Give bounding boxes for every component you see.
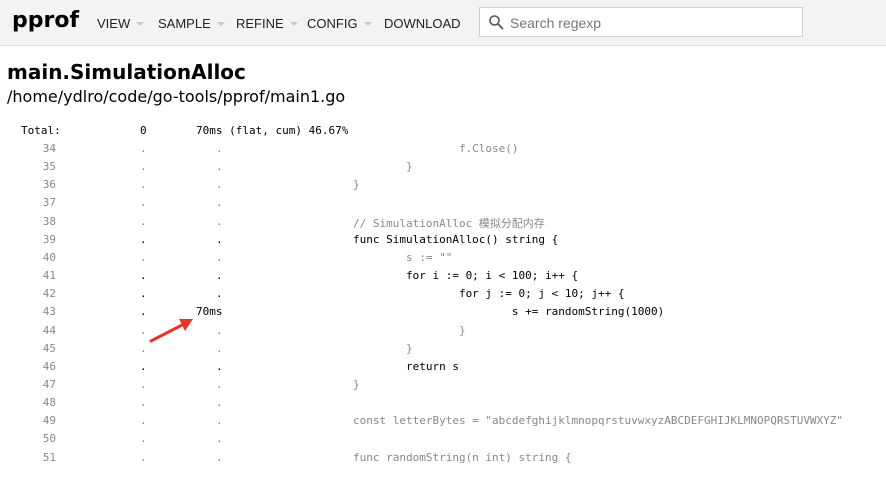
- flat-value: .: [140, 287, 147, 301]
- source-line: 46.. return s: [0, 360, 886, 378]
- line-number: 37: [42, 196, 56, 210]
- cum-value: .: [216, 323, 223, 337]
- flat-value: .: [140, 196, 147, 210]
- cum-value: .: [216, 287, 223, 301]
- line-number: 44: [42, 323, 56, 337]
- flat-value: .: [140, 323, 147, 337]
- flat-value: .: [140, 414, 147, 428]
- cum-value: .: [216, 432, 223, 446]
- cum-value: .: [216, 232, 223, 246]
- line-number: 41: [42, 269, 56, 283]
- source-line: 49.. const letterBytes = "abcdefghijklmn…: [0, 414, 886, 432]
- line-number: 45: [42, 341, 56, 355]
- flat-value: .: [140, 160, 147, 174]
- cum-value: .: [216, 250, 223, 264]
- cum-value: .: [216, 269, 223, 283]
- source-line: 47.. }: [0, 378, 886, 396]
- source-code: for j := 0; j < 10; j++ {: [300, 287, 625, 301]
- source-line: 51.. func randomString(n int) string {: [0, 451, 886, 469]
- source-line: 36.. }: [0, 178, 886, 196]
- line-number: 43: [42, 305, 56, 319]
- line-number: 51: [42, 450, 56, 464]
- source-code: }: [300, 323, 466, 337]
- line-number: 39: [42, 232, 56, 246]
- line-number: 46: [42, 359, 56, 373]
- source-line: 39.. func SimulationAlloc() string {: [0, 233, 886, 251]
- source-line: 38.. // SimulationAlloc 模拟分配内存: [0, 215, 886, 233]
- source-code: return s: [300, 359, 459, 373]
- line-number: 42: [42, 287, 56, 301]
- cum-value: .: [216, 196, 223, 210]
- line-number: 48: [42, 396, 56, 410]
- line-number: 38: [42, 214, 56, 228]
- source-line: 37..: [0, 196, 886, 214]
- line-number: 50: [42, 432, 56, 446]
- source-line: 34.. f.Close(): [0, 142, 886, 160]
- cum-value: .: [216, 214, 223, 228]
- source-line: 45.. }: [0, 342, 886, 360]
- cum-value: 70ms: [196, 305, 223, 319]
- total-cum: 70ms (flat, cum) 46.67%: [196, 124, 349, 137]
- source-code: s += randomString(1000): [300, 305, 665, 319]
- cum-value: .: [216, 377, 223, 391]
- source-listing: Total: 0 70ms (flat, cum) 46.67% 34.. f.…: [0, 0, 886, 485]
- source-code: }: [300, 377, 360, 391]
- flat-value: .: [140, 359, 147, 373]
- flat-value: .: [140, 377, 147, 391]
- source-line: 50..: [0, 432, 886, 450]
- flat-value: .: [140, 432, 147, 446]
- flat-value: .: [140, 341, 147, 355]
- total-row: Total: 0 70ms (flat, cum) 46.67%: [0, 124, 886, 142]
- source-code: const letterBytes = "abcdefghijklmnopqrs…: [300, 414, 844, 428]
- flat-value: .: [140, 232, 147, 246]
- source-line: 48..: [0, 396, 886, 414]
- cum-value: .: [216, 396, 223, 410]
- flat-value: .: [140, 214, 147, 228]
- flat-value: .: [140, 142, 147, 155]
- total-label: Total:: [21, 124, 61, 137]
- source-code: }: [300, 160, 413, 174]
- source-line: 44.. }: [0, 324, 886, 342]
- cum-value: .: [216, 178, 223, 192]
- source-line: 43. 70ms s += randomString(1000): [0, 305, 886, 323]
- source-code: s := "": [300, 250, 453, 264]
- source-line: 41.. for i := 0; i < 100; i++ {: [0, 269, 886, 287]
- source-code: // SimulationAlloc 模拟分配内存: [300, 216, 545, 230]
- total-flat: 0: [140, 124, 147, 137]
- source-code: func SimulationAlloc() string {: [300, 232, 559, 246]
- line-number: 36: [42, 178, 56, 192]
- source-code: }: [300, 178, 360, 192]
- source-code: for i := 0; i < 100; i++ {: [300, 269, 579, 283]
- source-code: f.Close(): [300, 142, 519, 155]
- red-arrow-annotation: [149, 319, 193, 343]
- flat-value: .: [140, 305, 147, 319]
- flat-value: .: [140, 178, 147, 192]
- flat-value: .: [140, 269, 147, 283]
- source-line: 42.. for j := 0; j < 10; j++ {: [0, 287, 886, 305]
- source-code: func randomString(n int) string {: [300, 450, 572, 464]
- source-line: 35.. }: [0, 160, 886, 178]
- cum-value: .: [216, 341, 223, 355]
- line-number: 40: [42, 250, 56, 264]
- line-number: 35: [42, 160, 56, 174]
- source-code: }: [300, 341, 413, 355]
- cum-value: .: [216, 359, 223, 373]
- cum-value: .: [216, 450, 223, 464]
- flat-value: .: [140, 396, 147, 410]
- cum-value: .: [216, 142, 223, 155]
- flat-value: .: [140, 250, 147, 264]
- line-number: 34: [42, 142, 56, 155]
- source-line: 40.. s := "": [0, 251, 886, 269]
- line-number: 47: [42, 377, 56, 391]
- flat-value: .: [140, 450, 147, 464]
- line-number: 49: [42, 414, 56, 428]
- cum-value: .: [216, 160, 223, 174]
- cum-value: .: [216, 414, 223, 428]
